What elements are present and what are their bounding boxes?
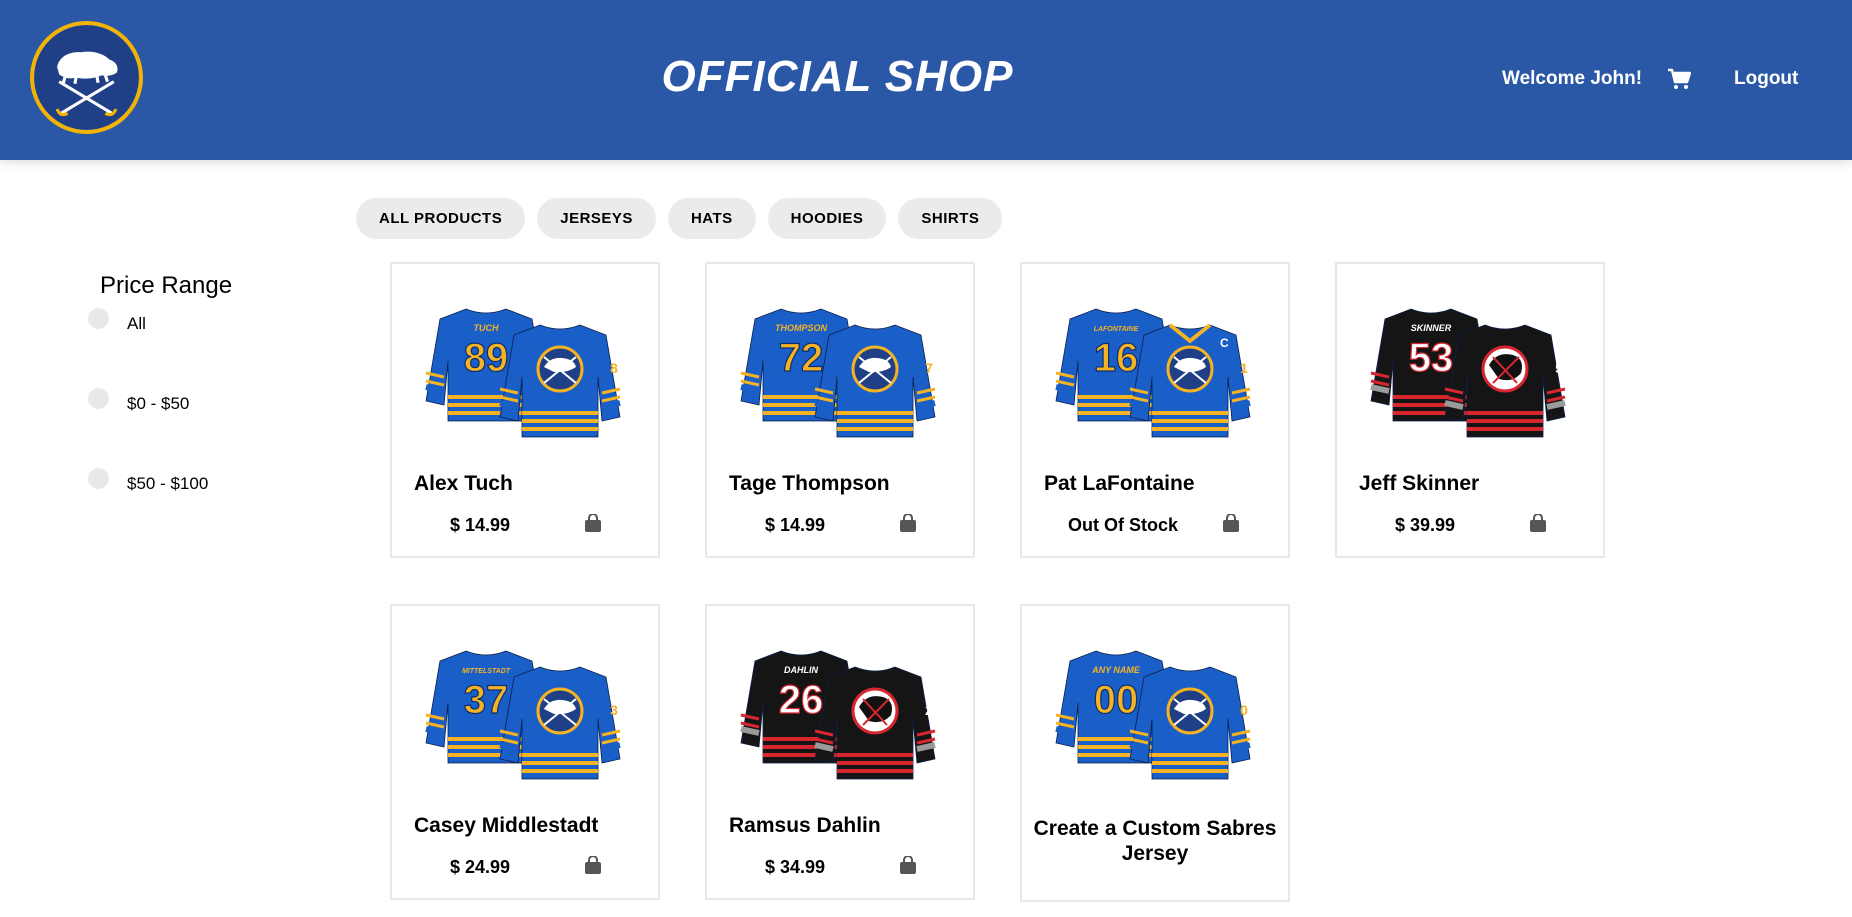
svg-text:TUCH: TUCH	[474, 323, 499, 333]
product-name: Pat LaFontaine	[1044, 472, 1195, 495]
tab-hats[interactable]: HATS	[667, 198, 756, 239]
svg-text:MITTELSTADT: MITTELSTADT	[462, 668, 511, 675]
svg-text:SKINNER: SKINNER	[1411, 323, 1452, 333]
product-name: Casey Middlestadt	[414, 814, 599, 837]
shopping-bag-icon[interactable]	[899, 514, 917, 533]
tab-shirts[interactable]: SHIRTS	[898, 198, 1003, 239]
jersey-image[interactable]: THOMPSON 72 7	[733, 287, 949, 451]
svg-text:37: 37	[464, 678, 509, 722]
product-price: $ 14.99	[450, 515, 511, 535]
shopping-bag-icon[interactable]	[584, 514, 602, 533]
product-name: Tage Thompson	[729, 472, 890, 495]
jersey-image[interactable]: ANY NAME 00 0	[1048, 629, 1264, 793]
svg-text:89: 89	[464, 336, 509, 380]
tab-all-products[interactable]: ALL PRODUCTS	[356, 198, 526, 239]
product-card[interactable]: LAFONTAINE 16 1 C Pat LaFontaine Out Of …	[1020, 262, 1290, 558]
product-card[interactable]: TUCH 89 8 Alex Tuch $ 14.99	[390, 262, 660, 558]
product-card[interactable]: SKINNER 53 5 Jeff Skinner $ 39.99	[1335, 262, 1605, 558]
price-option-label: $50 - $100	[127, 474, 209, 493]
radio-button[interactable]	[88, 308, 109, 329]
svg-text:5: 5	[1555, 360, 1563, 376]
price-option-label: All	[127, 314, 146, 333]
radio-button[interactable]	[88, 468, 109, 489]
shopping-bag-icon[interactable]	[1222, 514, 1240, 533]
product-stock-status: Out Of Stock	[1068, 515, 1179, 535]
svg-text:53: 53	[1409, 336, 1454, 380]
svg-text:LAFONTAINE: LAFONTAINE	[1094, 326, 1139, 333]
product-name: Jeff Skinner	[1359, 472, 1480, 495]
radio-button[interactable]	[88, 388, 109, 409]
jersey-image[interactable]: LAFONTAINE 16 1 C	[1048, 287, 1264, 451]
svg-text:1: 1	[1240, 360, 1248, 376]
category-tabs: ALL PRODUCTS JERSEYS HATS HOODIES SHIRTS	[356, 198, 1003, 239]
jersey-image[interactable]: TUCH 89 8	[418, 287, 634, 451]
svg-text:00: 00	[1094, 678, 1139, 722]
svg-text:DAHLIN: DAHLIN	[784, 665, 818, 675]
shopping-bag-icon[interactable]	[1529, 514, 1547, 533]
price-option-all[interactable]: All	[88, 308, 146, 334]
svg-text:8: 8	[610, 360, 618, 376]
product-price: $ 14.99	[765, 515, 826, 535]
product-name: Alex Tuch	[414, 472, 513, 495]
jersey-image[interactable]: MITTELSTADT 37 3	[418, 629, 634, 793]
shopping-bag-icon[interactable]	[584, 856, 602, 875]
page-title: OFFICIAL SHOP	[661, 52, 1014, 101]
product-card[interactable]: ANY NAME 00 0 Create a Custom Sabres Jer…	[1020, 604, 1290, 902]
tab-hoodies[interactable]: HOODIES	[767, 198, 887, 239]
shopping-bag-icon[interactable]	[899, 856, 917, 875]
product-price: $ 24.99	[450, 857, 511, 877]
site-header: OFFICIAL SHOP Welcome John! Logout	[0, 0, 1852, 160]
svg-text:3: 3	[610, 702, 618, 718]
shopping-cart-icon[interactable]	[1667, 68, 1691, 90]
welcome-message: Welcome John!	[1502, 68, 1643, 89]
product-card[interactable]: THOMPSON 72 7 Tage Thompson $ 14.99	[705, 262, 975, 558]
product-name: Ramsus Dahlin	[729, 814, 881, 837]
tab-jerseys[interactable]: JERSEYS	[537, 198, 656, 239]
jersey-image[interactable]: SKINNER 53 5	[1363, 287, 1579, 451]
logout-button[interactable]: Logout	[1734, 68, 1798, 90]
svg-text:72: 72	[779, 336, 824, 380]
svg-text:ANY NAME: ANY NAME	[1091, 665, 1141, 675]
svg-text:26: 26	[779, 678, 824, 722]
svg-text:THOMPSON: THOMPSON	[775, 323, 828, 333]
svg-text:7: 7	[925, 360, 933, 376]
price-option-0-50[interactable]: $0 - $50	[88, 388, 190, 414]
product-price: $ 34.99	[765, 857, 826, 877]
svg-text:2: 2	[925, 702, 933, 718]
price-option-label: $0 - $50	[127, 394, 190, 413]
svg-text:0: 0	[1240, 702, 1248, 718]
product-card[interactable]: MITTELSTADT 37 3 Casey Middlestadt $ 24.…	[390, 604, 660, 900]
custom-jersey-title: Create a Custom Sabres Jersey	[1033, 817, 1277, 865]
jersey-image[interactable]: DAHLIN 26 2	[733, 629, 949, 793]
svg-text:C: C	[1220, 336, 1229, 350]
price-range-heading: Price Range	[100, 272, 233, 299]
product-card[interactable]: DAHLIN 26 2 Ramsus Dahlin $ 34.99	[705, 604, 975, 900]
svg-text:16: 16	[1094, 336, 1139, 380]
price-option-50-100[interactable]: $50 - $100	[88, 468, 209, 494]
product-price: $ 39.99	[1395, 515, 1456, 535]
